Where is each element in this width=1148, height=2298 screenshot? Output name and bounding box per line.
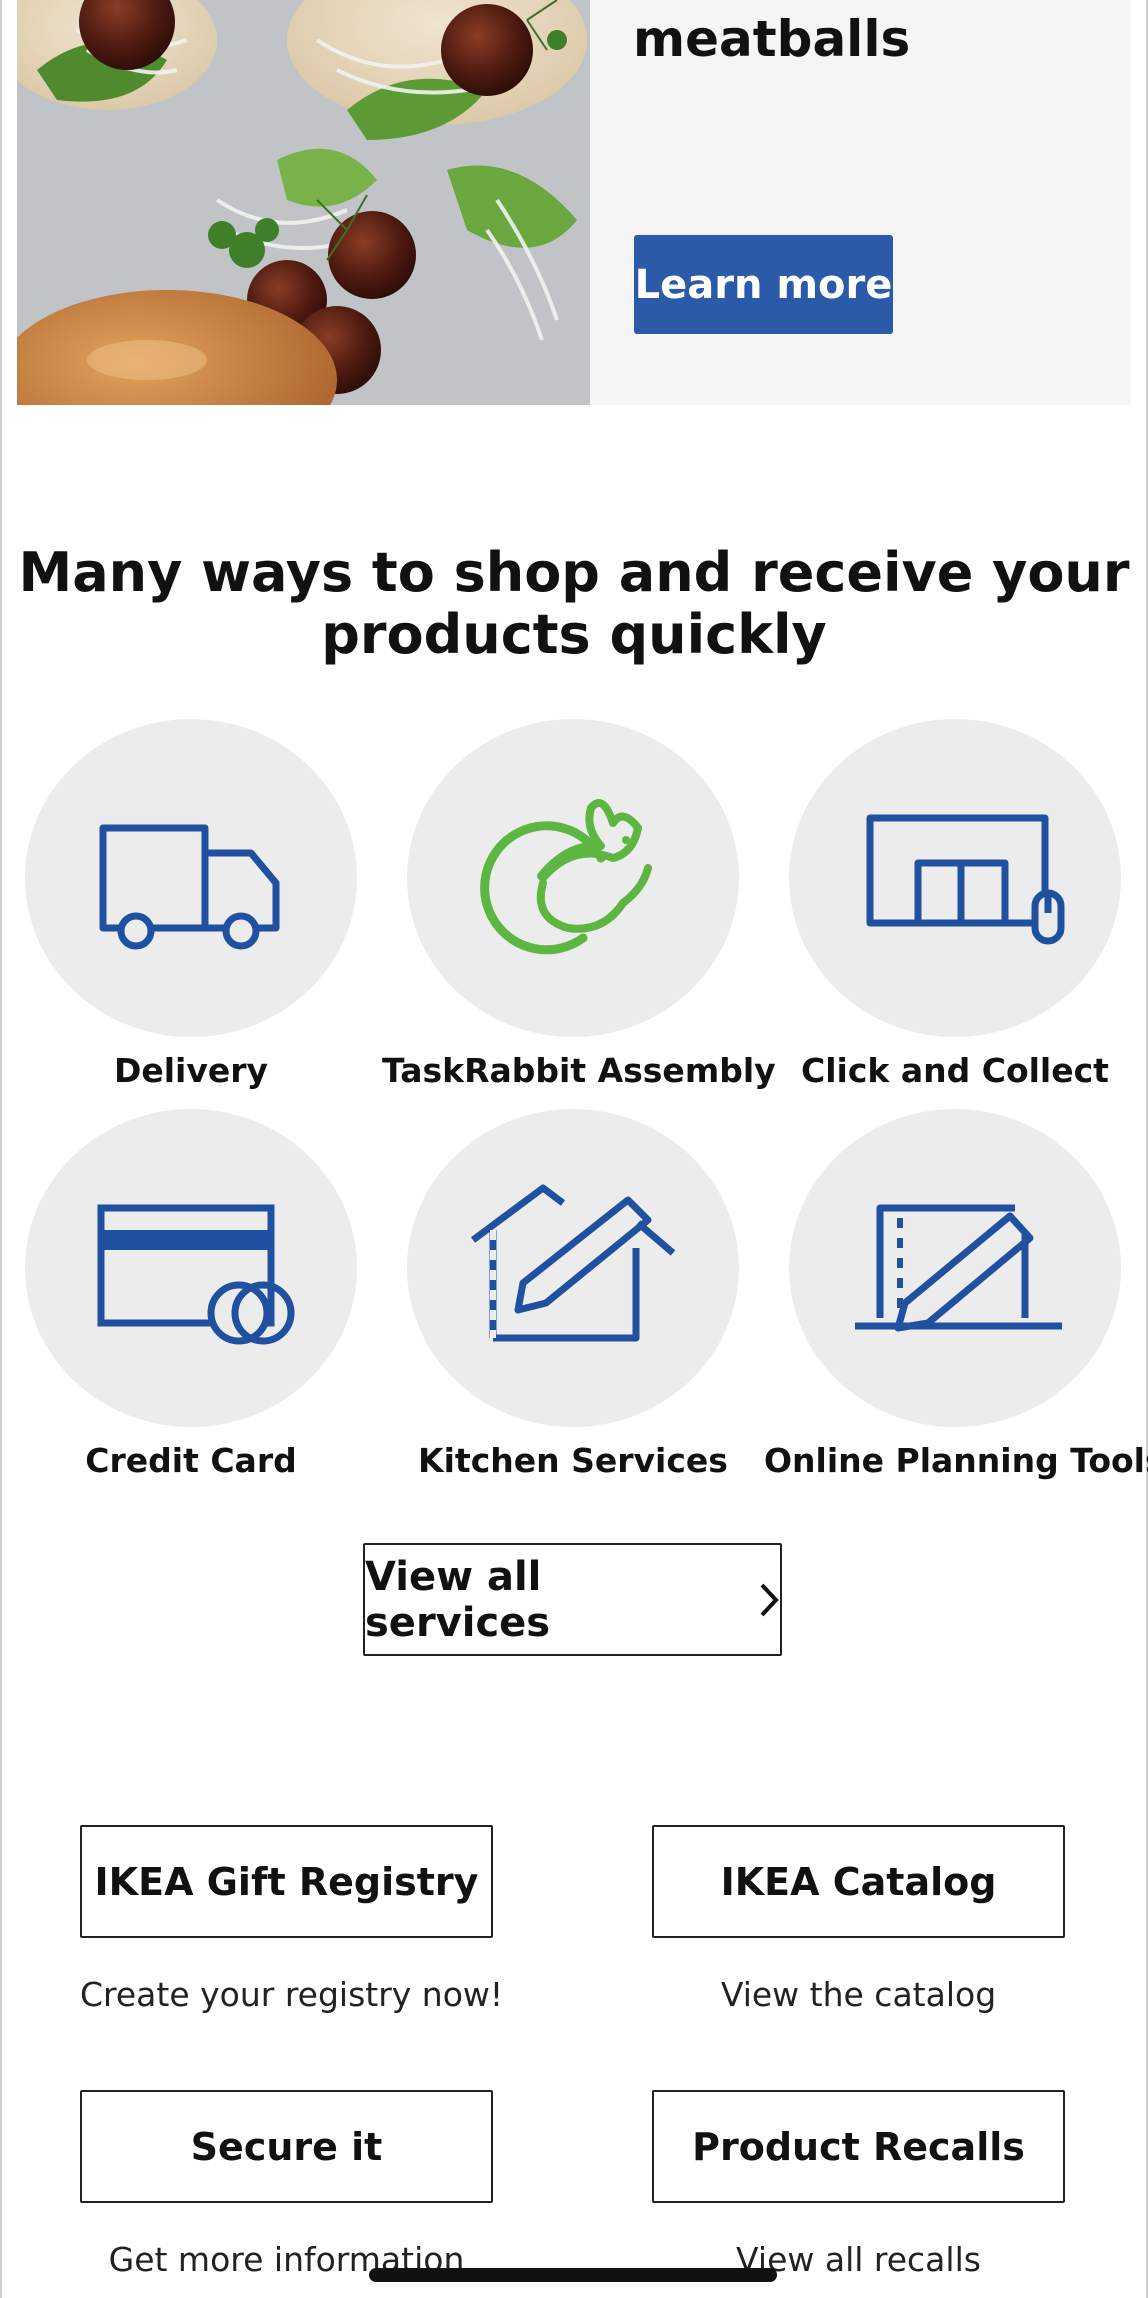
credit-card-icon bbox=[97, 1204, 295, 1345]
gift-registry-button[interactable]: IKEA Gift Registry bbox=[80, 1825, 493, 1938]
service-label: Kitchen Services bbox=[418, 1441, 728, 1480]
service-icon-circle bbox=[789, 719, 1121, 1037]
service-icon-circle bbox=[407, 1109, 739, 1427]
service-label: Credit Card bbox=[85, 1441, 297, 1480]
truck-icon bbox=[99, 824, 280, 950]
service-credit-card[interactable]: Credit Card bbox=[0, 1109, 382, 1480]
view-all-services-label: View all services bbox=[365, 1553, 551, 1646]
section-title-line2: products quickly bbox=[321, 603, 827, 666]
click-collect-icon bbox=[866, 814, 1065, 945]
service-icon-circle bbox=[25, 1109, 357, 1427]
planning-tools-icon bbox=[855, 1204, 1062, 1332]
service-icon-circle bbox=[789, 1109, 1121, 1427]
learn-more-button[interactable]: Learn more bbox=[634, 235, 893, 334]
kitchen-pencil-icon bbox=[470, 1184, 676, 1342]
service-label: Online Planning Tools bbox=[764, 1441, 1148, 1480]
product-recalls-button[interactable]: Product Recalls bbox=[652, 2090, 1065, 2203]
service-online-planning-tools[interactable]: Online Planning Tools bbox=[764, 1109, 1148, 1480]
service-label: Click and Collect bbox=[801, 1051, 1109, 1090]
view-all-services-button[interactable]: View all services bbox=[363, 1543, 782, 1656]
service-delivery[interactable]: Delivery bbox=[0, 719, 382, 1090]
service-click-and-collect[interactable]: Click and Collect bbox=[764, 719, 1146, 1090]
service-icon-circle bbox=[407, 719, 739, 1037]
secure-it-button[interactable]: Secure it bbox=[80, 2090, 493, 2203]
catalog-button[interactable]: IKEA Catalog bbox=[652, 1825, 1065, 1938]
home-indicator[interactable] bbox=[369, 2268, 777, 2282]
service-kitchen-services[interactable]: Kitchen Services bbox=[382, 1109, 764, 1480]
gift-registry-link[interactable]: Create your registry now! bbox=[80, 1975, 503, 2014]
service-taskrabbit-assembly[interactable]: TaskRabbit Assembly bbox=[382, 719, 776, 1090]
meatballs-promo-banner: meatballs bbox=[17, 0, 1131, 405]
service-label: Delivery bbox=[113, 1051, 269, 1090]
taskrabbit-icon bbox=[480, 799, 652, 955]
section-title-line1: Many ways to shop and receive your bbox=[18, 541, 1130, 604]
meatball-sliders-photo[interactable] bbox=[17, 0, 590, 405]
section-title: Many ways to shop and receive your produ… bbox=[0, 542, 1148, 666]
service-icon-circle bbox=[25, 719, 357, 1037]
service-label: TaskRabbit Assembly bbox=[382, 1051, 776, 1090]
promo-title: meatballs bbox=[633, 10, 911, 68]
chevron-right-icon bbox=[760, 1583, 779, 1616]
catalog-link[interactable]: View the catalog bbox=[652, 1975, 1065, 2014]
